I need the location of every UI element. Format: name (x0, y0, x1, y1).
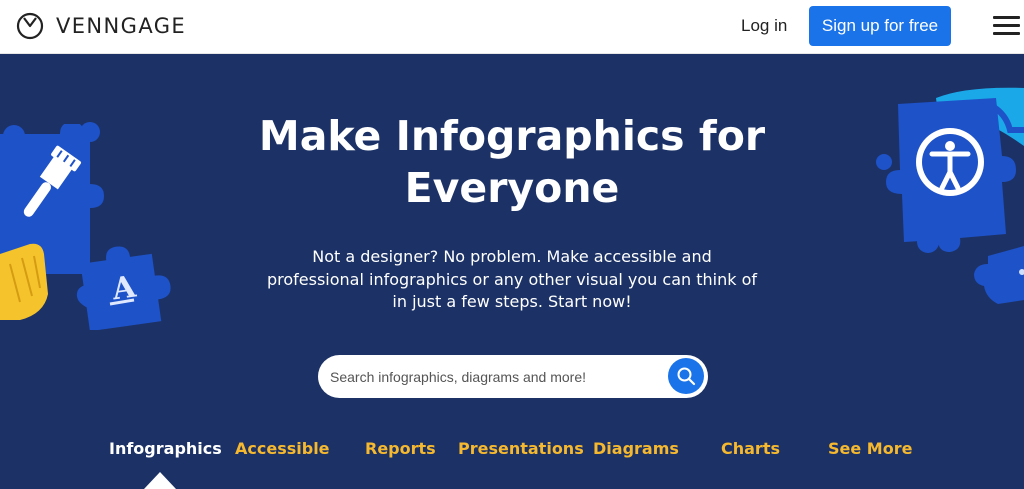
paintbrush-icon (0, 124, 104, 320)
headline-line-1: Make Infographics for (258, 112, 766, 160)
search-bar (318, 355, 708, 398)
hero-headline: Make Infographics for Everyone (212, 110, 812, 214)
accessibility-icon (876, 87, 1024, 304)
tab-infographics[interactable]: Infographics (109, 439, 222, 458)
top-navigation-bar: VENNGAGE Log in Sign up for free (0, 0, 1024, 54)
tab-accessible[interactable]: Accessible (235, 439, 330, 458)
tab-see-more[interactable]: See More (828, 439, 912, 458)
login-link[interactable]: Log in (741, 16, 787, 36)
hero-section: A Make Infographics for Everyone Not a d… (0, 54, 1024, 489)
search-icon (677, 367, 696, 386)
brand-name: VENNGAGE (56, 14, 187, 38)
description-line-2: professional infographics or any other v… (266, 269, 757, 289)
description-line-3: in just a few steps. Start now! (392, 292, 632, 311)
headline-line-2: Everyone (404, 164, 620, 212)
tab-presentations[interactable]: Presentations (458, 439, 584, 458)
signup-button[interactable]: Sign up for free (809, 6, 951, 46)
tab-reports[interactable]: Reports (365, 439, 436, 458)
tab-diagrams[interactable]: Diagrams (593, 439, 679, 458)
search-input[interactable] (330, 365, 660, 388)
hamburger-menu-icon[interactable] (993, 16, 1020, 36)
hero-description: Not a designer? No problem. Make accessi… (262, 246, 762, 314)
venngage-logo-icon (16, 12, 44, 40)
category-tabs: Infographics Accessible Reports Presenta… (0, 439, 1024, 469)
search-button[interactable] (668, 358, 704, 394)
tab-charts[interactable]: Charts (721, 439, 780, 458)
svg-text:A: A (109, 269, 139, 307)
venngage-logo[interactable]: VENNGAGE (16, 12, 186, 40)
text-format-icon: A (76, 246, 171, 330)
description-line-1: Not a designer? No problem. Make accessi… (312, 247, 712, 266)
blue-dot-decoration (80, 122, 100, 142)
active-tab-indicator (144, 472, 176, 489)
